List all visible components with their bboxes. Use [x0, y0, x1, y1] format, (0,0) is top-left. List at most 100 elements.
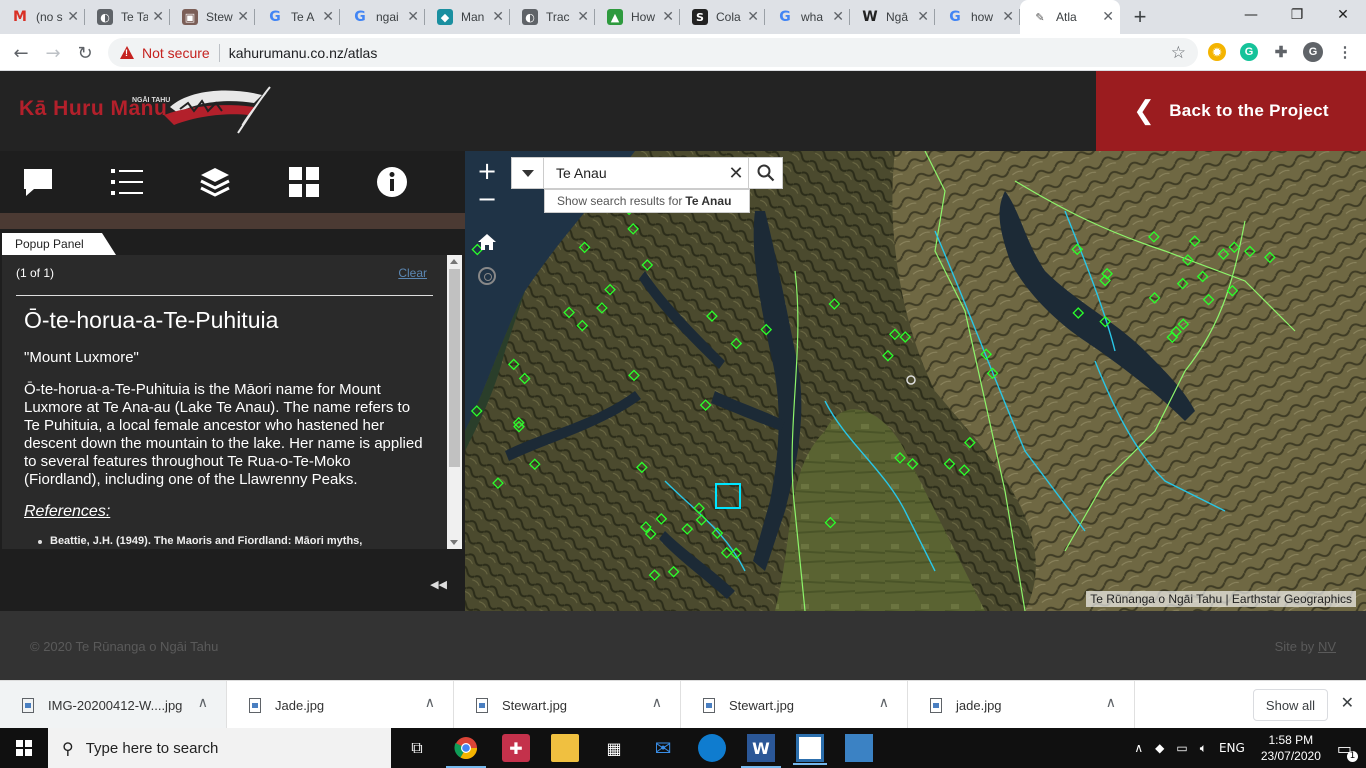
close-tab-icon[interactable]: ✕ — [492, 9, 504, 25]
download-menu-chevron-icon[interactable]: ∧ — [425, 695, 435, 711]
browser-tab[interactable]: W Ngā ✕ — [850, 0, 935, 34]
close-tab-icon[interactable]: ✕ — [832, 9, 844, 25]
new-tab-button[interactable]: + — [1120, 0, 1160, 34]
close-downloads-icon[interactable]: ✕ — [1341, 693, 1354, 712]
panel-scrollbar[interactable] — [447, 255, 462, 549]
download-item[interactable]: IMG-20200412-W....jpg ∧ — [0, 681, 227, 729]
download-menu-chevron-icon[interactable]: ∧ — [1106, 695, 1116, 711]
close-tab-icon[interactable]: ✕ — [67, 9, 79, 25]
browser-tab[interactable]: ◆ Man ✕ — [425, 0, 510, 34]
grammarly-icon[interactable]: G — [1240, 43, 1258, 61]
satellite-map-image[interactable] — [465, 151, 1366, 611]
store-icon[interactable]: ▦ — [600, 734, 628, 762]
layers-icon[interactable] — [199, 162, 288, 202]
clock-time: 1:58 PM — [1268, 733, 1314, 747]
download-menu-chevron-icon[interactable]: ∧ — [879, 695, 889, 711]
browser-tab[interactable]: ◐ Te Ta ✕ — [85, 0, 170, 34]
minimize-button[interactable]: — — [1228, 0, 1274, 30]
chat-icon[interactable] — [22, 162, 111, 202]
show-all-downloads-button[interactable]: Show all — [1253, 689, 1328, 721]
popup-panel-tab[interactable]: Popup Panel — [2, 233, 116, 255]
zoom-out-button[interactable]: − — [471, 185, 503, 213]
url-text[interactable]: kahurumanu.co.nz/atlas — [229, 45, 378, 61]
map-view[interactable]: + − ✕ Show search results for Te Anau Te… — [465, 151, 1366, 611]
close-tab-icon[interactable]: ✕ — [917, 9, 929, 25]
locate-icon[interactable] — [478, 267, 496, 285]
search-clear-icon[interactable]: ✕ — [724, 158, 748, 188]
extensions-puzzle-icon[interactable]: ✚ — [1272, 43, 1290, 61]
home-icon[interactable] — [477, 233, 497, 251]
mail-icon[interactable]: ✉ — [649, 734, 677, 762]
dropbox-icon[interactable]: ◆ — [1155, 741, 1164, 755]
language-indicator[interactable]: ENG — [1219, 741, 1245, 755]
close-tab-icon[interactable]: ✕ — [152, 9, 164, 25]
place-title: Ō-te-horua-a-Te-Puhituia — [24, 307, 279, 333]
taskbar-search-box[interactable]: ⚲ Type here to search — [48, 728, 391, 768]
close-tab-icon[interactable]: ✕ — [662, 9, 674, 25]
windows-start-icon[interactable] — [16, 740, 32, 756]
scroll-thumb[interactable] — [449, 269, 460, 467]
scroll-down-arrow-icon[interactable] — [450, 540, 458, 545]
file-explorer-icon[interactable] — [551, 734, 579, 762]
reload-button[interactable]: ↻ — [72, 40, 98, 66]
list-icon[interactable] — [110, 162, 200, 202]
browser-menu-icon[interactable]: ⋮ — [1336, 43, 1354, 61]
browser-tab[interactable]: Gwha ✕ — [765, 0, 850, 34]
browser-tab[interactable]: M (no s ✕ — [0, 0, 85, 34]
grid-icon[interactable] — [288, 162, 377, 202]
extension-gear-icon[interactable]: ✹ — [1208, 43, 1226, 61]
download-item[interactable]: jade.jpg ∧ — [908, 681, 1135, 729]
not-secure-label[interactable]: Not secure — [142, 45, 210, 61]
browser-tab[interactable]: G Te A ✕ — [255, 0, 340, 34]
close-tab-icon[interactable]: ✕ — [322, 9, 334, 25]
chrome-taskbar-icon[interactable] — [446, 734, 486, 768]
close-tab-icon[interactable]: ✕ — [1102, 9, 1114, 25]
clear-link[interactable]: Clear — [398, 266, 427, 280]
taskbar-clock[interactable]: 1:58 PM 23/07/2020 — [1261, 732, 1321, 764]
browser-tab[interactable]: ◐ Trac ✕ — [510, 0, 595, 34]
app-window-icon[interactable] — [793, 734, 827, 765]
word-icon[interactable]: W — [741, 734, 781, 768]
browser-tab[interactable]: ▣ Stew ✕ — [170, 0, 255, 34]
maximize-button[interactable]: ❐ — [1274, 0, 1320, 30]
download-item[interactable]: Jade.jpg ∧ — [227, 681, 454, 729]
browser-tab[interactable]: S Cola ✕ — [680, 0, 765, 34]
browser-tab[interactable]: Gngai ✕ — [340, 0, 425, 34]
back-to-project-button[interactable]: ❮ Back to the Project — [1096, 71, 1366, 151]
download-item[interactable]: Stewart.jpg ∧ — [454, 681, 681, 729]
browser-tab[interactable]: ▲ How ✕ — [595, 0, 680, 34]
close-window-button[interactable]: ✕ — [1320, 0, 1366, 30]
search-suggestion[interactable]: Show search results for Te Anau — [544, 189, 750, 213]
map-search-input[interactable] — [544, 158, 724, 188]
close-tab-icon[interactable]: ✕ — [237, 9, 249, 25]
browser-tab[interactable]: Ghow ✕ — [935, 0, 1020, 34]
bookmark-star-icon[interactable]: ☆ — [1171, 43, 1186, 63]
forward-nav-button[interactable]: → — [40, 40, 66, 66]
back-nav-button[interactable]: ← — [8, 40, 34, 66]
profile-avatar[interactable]: G — [1303, 42, 1323, 62]
collapse-panel-icon[interactable]: ◀◀ — [430, 578, 447, 591]
download-item[interactable]: Stewart.jpg ∧ — [681, 681, 908, 729]
search-dropdown-icon[interactable] — [512, 158, 544, 188]
edge-icon[interactable] — [698, 734, 726, 762]
download-menu-chevron-icon[interactable]: ∧ — [198, 695, 208, 711]
close-tab-icon[interactable]: ✕ — [1002, 9, 1014, 25]
notifications-icon[interactable]: ▭ 1 — [1337, 739, 1358, 762]
task-view-icon[interactable]: ⧉ — [403, 734, 431, 762]
tray-chevron-icon[interactable]: ∧ — [1134, 741, 1143, 755]
gift-app-icon[interactable]: ✚ — [502, 734, 530, 762]
photos-icon[interactable] — [845, 734, 873, 762]
zoom-in-button[interactable]: + — [471, 157, 503, 185]
close-tab-icon[interactable]: ✕ — [407, 9, 419, 25]
scroll-up-arrow-icon[interactable] — [450, 259, 458, 264]
network-icon[interactable]: ▭ — [1176, 741, 1187, 755]
close-tab-icon[interactable]: ✕ — [747, 9, 759, 25]
address-bar[interactable]: Not secure kahurumanu.co.nz/atlas ☆ — [108, 38, 1198, 67]
browser-tab[interactable]: ✎ Atla ✕ — [1020, 0, 1120, 34]
volume-icon[interactable]: 🔈︎ — [1200, 741, 1207, 756]
search-button[interactable] — [748, 158, 782, 188]
info-icon[interactable] — [376, 162, 465, 202]
close-tab-icon[interactable]: ✕ — [577, 9, 589, 25]
site-by-link[interactable]: NV — [1318, 639, 1336, 654]
download-menu-chevron-icon[interactable]: ∧ — [652, 695, 662, 711]
